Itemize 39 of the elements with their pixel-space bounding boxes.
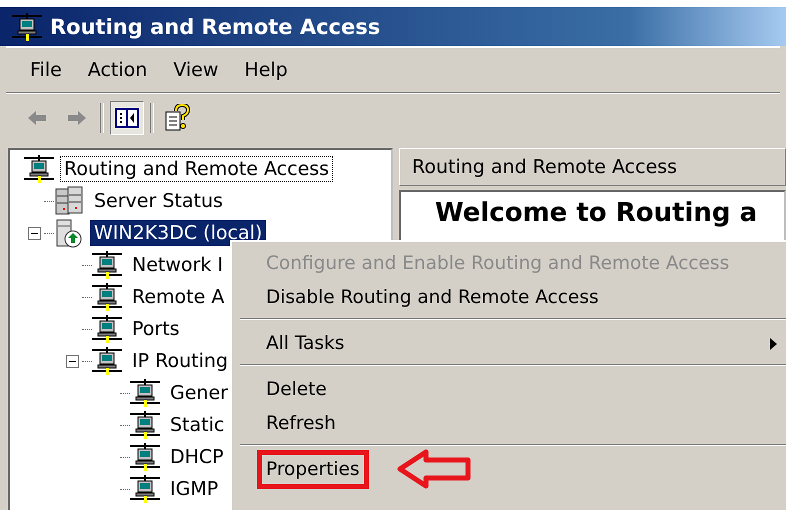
server-arrow-icon [54, 218, 84, 248]
tree-item[interactable]: Network I [128, 252, 227, 278]
menu-item[interactable]: Help [236, 57, 296, 83]
network-computer-icon [130, 411, 160, 439]
menu-item[interactable]: All Tasks [266, 332, 344, 354]
collapse-icon[interactable] [66, 354, 78, 368]
menu-item[interactable]: Delete [266, 378, 327, 400]
network-computer-icon [130, 443, 160, 471]
tree-item[interactable]: Ports [128, 316, 184, 342]
network-computer-icon [92, 315, 122, 343]
tree-item[interactable]: DHCP [166, 444, 228, 470]
menu-item[interactable]: Action [80, 57, 156, 83]
app-icon [12, 12, 42, 40]
tree-item[interactable]: Static [166, 412, 228, 438]
menu-item[interactable]: File [22, 57, 70, 83]
network-computer-icon [92, 283, 122, 311]
tree-item[interactable]: IP Routing [128, 348, 232, 374]
tree-item[interactable]: Server Status [90, 188, 227, 214]
tree-item[interactable]: IGMP [166, 476, 222, 502]
collapse-icon[interactable] [28, 226, 40, 240]
tree-item[interactable]: WIN2K3DC (local) [90, 220, 266, 246]
network-computer-icon [92, 347, 122, 375]
network-computer-icon [24, 155, 54, 183]
menu-item[interactable]: Disable Routing and Remote Access [266, 286, 599, 308]
menu-item[interactable]: Refresh [266, 412, 336, 434]
tree-item[interactable]: Routing and Remote Access [60, 156, 334, 182]
console-tree-button[interactable] [110, 101, 144, 135]
tree-item[interactable]: Gener [166, 380, 232, 406]
server-rack-icon [54, 186, 84, 216]
network-computer-icon [92, 251, 122, 279]
network-computer-icon [130, 475, 160, 503]
network-computer-icon [130, 379, 160, 407]
tree-item[interactable]: Remote A [128, 284, 228, 310]
menu-item[interactable]: Properties [257, 450, 368, 488]
help-icon[interactable] [164, 104, 190, 132]
window-title: Routing and Remote Access [50, 14, 380, 38]
menu-item[interactable]: View [165, 57, 226, 83]
welcome-heading: Welcome to Routing a [435, 198, 758, 228]
pane-header: Routing and Remote Access [412, 156, 678, 178]
